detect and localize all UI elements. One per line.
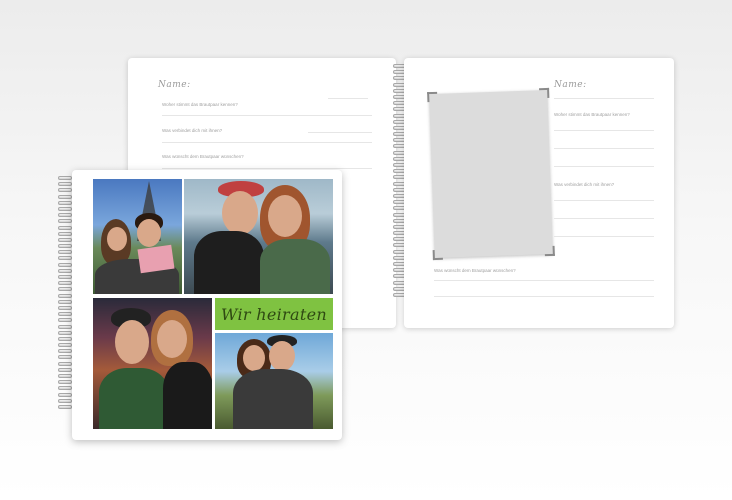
couple-photo-boat [184, 179, 333, 294]
prompt-connection: Was verbindet dich mit ihnen? [162, 128, 223, 133]
guestbook-right-page: Name: Woher stimmt das Brautpaar kennen?… [404, 58, 674, 328]
banner-text: Wir heiraten [221, 304, 327, 324]
line [434, 296, 654, 297]
prompt-how-met: Woher stimmt das Brautpaar kennen? [162, 102, 238, 107]
line [554, 236, 654, 237]
photo-corner-icon [539, 87, 550, 99]
line [434, 280, 654, 281]
photo-corner-icon [427, 91, 438, 103]
line [328, 98, 368, 99]
line [308, 132, 372, 133]
line [554, 200, 654, 201]
line [162, 168, 372, 169]
photo-corner-icon [432, 249, 443, 261]
line [554, 218, 654, 219]
wedding-banner: Wir heiraten [215, 298, 333, 330]
guestbook-front-cover: Wir heiraten [72, 170, 342, 440]
line [162, 142, 372, 143]
couple-photo-motorbike [215, 333, 333, 429]
photo-corner-icon [544, 245, 555, 257]
name-label: Name: [158, 80, 191, 90]
couple-photo-city [93, 298, 212, 429]
name-label: Name: [554, 80, 587, 90]
prompt-connection: Was verbindet dich mit ihnen? [554, 182, 615, 187]
line [554, 98, 654, 99]
photo-placeholder [427, 87, 555, 261]
line [554, 166, 654, 167]
line [162, 115, 372, 116]
prompt-how-met: Woher stimmt das Brautpaar kennen? [554, 112, 630, 117]
prompt-wishes: Was wünscht dem Brautpaar wünschen? [162, 154, 244, 159]
sign-shape [137, 244, 175, 274]
line [554, 148, 654, 149]
line [554, 130, 654, 131]
cover-spiral-binding [58, 176, 72, 409]
couple-photo-paris [93, 179, 182, 294]
prompt-wishes: Was wünscht dem Brautpaar wünschen? [434, 268, 516, 273]
